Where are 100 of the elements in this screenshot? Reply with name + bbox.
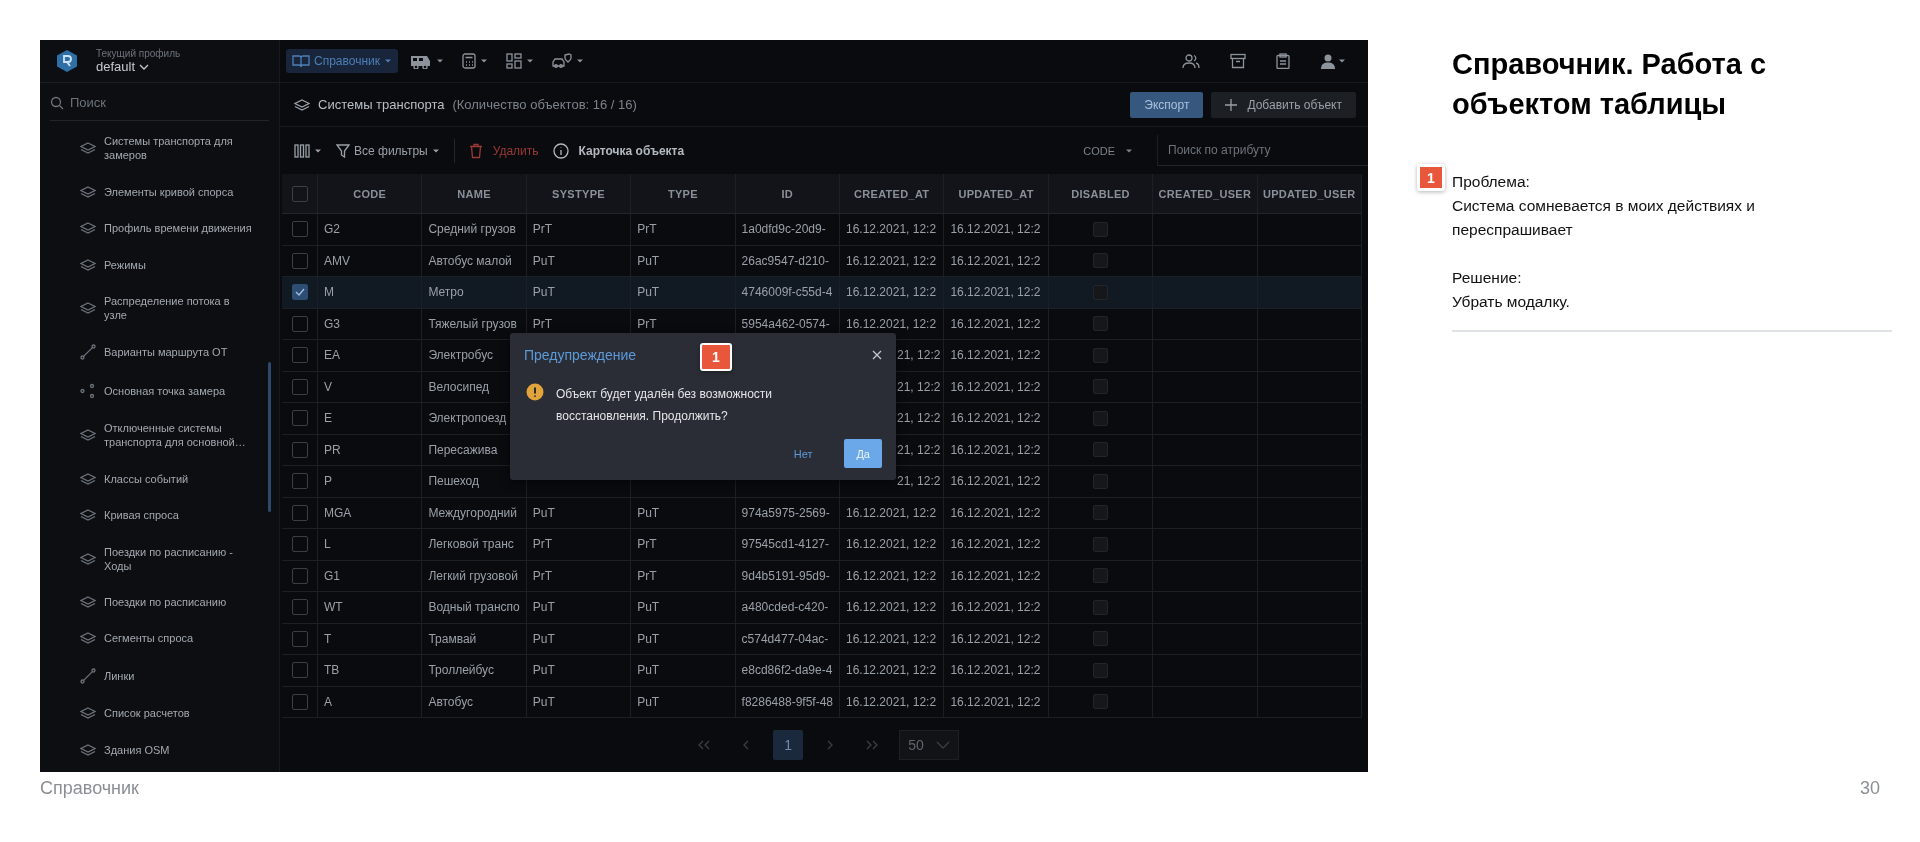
caret-icon [526,58,534,64]
row-checkbox[interactable] [291,536,308,553]
sidebar-item[interactable]: Режимы [40,257,279,272]
column-header[interactable]: CODE [318,174,423,213]
filters-button[interactable]: Все фильтры [336,143,440,158]
search-field[interactable]: Поиск [70,95,220,110]
row-checkbox[interactable] [291,599,308,616]
table-cell: 16.12.2021, 12:2 [846,253,937,268]
table-cell: PuT [532,694,555,709]
row-checkbox[interactable] [291,630,308,647]
sidebar-item[interactable]: Варианты маршрута ОТ [40,344,279,361]
layers-icon [80,185,96,198]
layers-icon [80,596,96,609]
sidebar-item[interactable]: Поездки по расписанию - Ходы [40,544,279,573]
previous-page-icon[interactable] [742,740,751,750]
table-cell: V [324,379,332,394]
caret-icon [314,147,322,154]
table-cell: PuT [637,505,660,520]
table-cell: PuT [532,600,555,615]
row-checkbox[interactable] [291,221,308,238]
column-header[interactable]: UPDATED_AT [944,174,1049,213]
sidebar-item[interactable]: Линки [40,667,279,684]
row-checkbox[interactable] [291,504,308,521]
table-cell: 16.12.2021, 12:2 [950,348,1041,363]
profile-label: Текущий профиль [96,48,181,59]
sidebar-item[interactable]: Элементы кривой спорса [40,184,279,199]
row-checkbox[interactable] [291,315,308,332]
profile-dropdown[interactable]: default [96,59,181,74]
problem-label: Проблема: [1452,172,1531,192]
row-checkbox[interactable] [291,662,308,679]
row-checkbox[interactable] [291,252,308,269]
layers-icon [80,301,96,314]
problem-text: Система сомневается в моих действиях и переспрашивает [1452,196,1756,240]
table-cell: Велосипед [428,379,490,394]
archive-icon[interactable] [1230,53,1246,69]
export-button[interactable]: Экспорт [1130,91,1204,118]
clipboard-icon[interactable] [1276,53,1290,69]
row-checkbox[interactable] [291,567,308,584]
sidebar-item[interactable]: Классы событий [40,471,279,486]
table-cell: Водный транспо [428,600,520,615]
row-checkbox[interactable] [291,693,308,710]
row-checkbox[interactable] [291,284,308,301]
table-cell: MGA [324,505,352,520]
attribute-dropdown[interactable]: CODE [1077,143,1143,158]
table-cell: Средний грузов [428,222,516,237]
plus-icon [1225,98,1238,111]
column-header[interactable]: UPDATED_USER [1257,174,1362,213]
columns-icon [294,143,310,158]
table-cell: G2 [324,222,340,237]
attribute-search-field[interactable]: Поиск по атрибуту [1157,135,1368,166]
bus-icon [410,53,432,69]
sidebar-item[interactable]: Здания OSM [40,742,279,757]
column-header[interactable]: TYPE [631,174,736,213]
menu-button[interactable]: Справочник [286,49,398,73]
table-cell: 16.12.2021, 12:2 [846,631,937,646]
add-object-button[interactable]: Добавить объект [1211,91,1356,118]
caret-icon [431,147,440,154]
scrollbar[interactable] [268,362,271,512]
table-cell: PrT [532,316,553,331]
select-all-checkbox[interactable] [291,185,308,202]
sidebar-item[interactable]: Кривая спроса [40,508,279,523]
table-cell: f8286488-9f5f-48 [741,694,833,709]
user-avatar-icon[interactable] [1320,53,1336,69]
last-page-icon[interactable] [865,740,880,750]
column-header[interactable]: CREATED_USER [1153,174,1258,213]
sidebar-item[interactable]: Системы транспорта для замеров [40,134,279,163]
column-header[interactable]: CREATED_AT [840,174,945,213]
column-header[interactable]: DISABLED [1048,174,1154,213]
table-cell: 16.12.2021, 12:2 [950,442,1041,457]
column-header[interactable]: NAME [422,174,527,213]
table-cell: 16.12.2021, 12:2 [950,253,1041,268]
table-cell: PuT [532,253,555,268]
cancel-button[interactable]: Нет [781,439,825,468]
row-checkbox[interactable] [291,347,308,364]
column-header[interactable]: SYSTYPE [526,174,632,213]
users-icon[interactable] [1182,53,1200,69]
sidebar-item[interactable]: Распределение потока в узле [40,293,279,322]
close-icon[interactable] [872,350,882,360]
row-checkbox[interactable] [291,441,308,458]
next-page-icon[interactable] [826,740,835,750]
first-page-icon[interactable] [697,740,712,750]
row-checkbox[interactable] [291,473,308,490]
sidebar-item[interactable]: Основная точка замера [40,382,279,399]
sidebar-item[interactable]: Список расчетов [40,706,279,721]
sidebar-item[interactable]: Поездки по расписанию [40,595,279,610]
table-cell: PuT [637,631,660,646]
annotation-badge: 1 [1417,164,1445,191]
layers-icon [80,743,96,756]
sidebar-item[interactable]: Профиль времени движения [40,221,279,236]
row-checkbox[interactable] [291,378,308,395]
sidebar-item[interactable]: Отключенные системы транспорта для основной… [40,421,279,450]
caret-icon [480,58,488,64]
table-cell: G3 [324,316,340,331]
page-title: Системы транспорта [318,97,445,112]
row-checkbox[interactable] [291,410,308,427]
object-card-button[interactable]: Карточка объекта [552,142,685,159]
columns-button[interactable] [294,143,322,158]
page-button[interactable]: 1 [773,730,804,760]
sidebar-item[interactable]: Сегменты спроса [40,631,279,646]
column-header[interactable]: ID [735,174,840,213]
